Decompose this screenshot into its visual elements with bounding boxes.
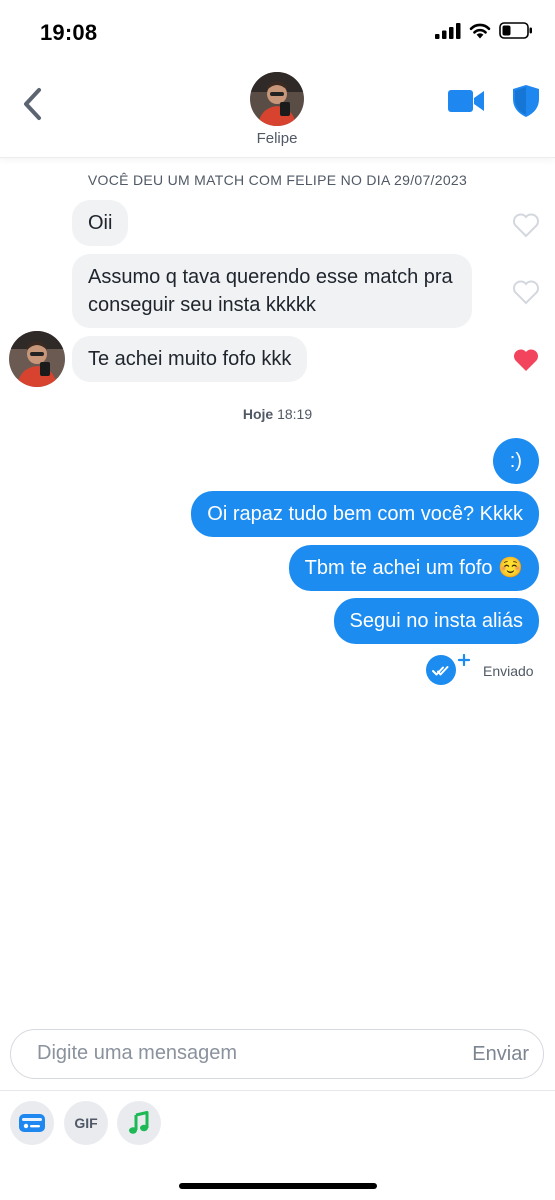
music-button[interactable] xyxy=(117,1101,161,1145)
double-check-badge-icon xyxy=(426,653,471,685)
incoming-message[interactable]: Te achei muito fofo kkk xyxy=(72,336,308,382)
contact-avatar xyxy=(250,72,304,126)
sticker-button[interactable] xyxy=(10,1101,54,1145)
message-composer: Enviar xyxy=(10,1029,544,1079)
send-button[interactable]: Enviar xyxy=(472,1043,529,1066)
chat-screen: 19:08 Felipe VOCÊ DEU UM MATCH COM FELIP… xyxy=(0,0,555,1200)
sender-avatar[interactable] xyxy=(9,331,65,387)
outgoing-message[interactable]: Tbm te achei um fofo ☺️ xyxy=(288,545,539,591)
status-bar: 19:08 xyxy=(0,0,555,62)
heart-outline-icon[interactable] xyxy=(512,212,540,238)
outgoing-message[interactable]: Segui no insta aliás xyxy=(333,598,539,644)
contact-name: Felipe xyxy=(256,130,298,147)
heart-outline-icon[interactable] xyxy=(512,279,540,305)
chevron-left-icon xyxy=(24,88,41,120)
outgoing-message[interactable]: Oi rapaz tudo bem com você? Kkkk xyxy=(191,491,539,537)
status-icons xyxy=(435,22,533,39)
message-input[interactable] xyxy=(37,1042,417,1065)
music-note-icon xyxy=(129,1111,149,1134)
composer-divider xyxy=(0,1090,555,1091)
video-call-button[interactable] xyxy=(447,88,485,119)
gif-label: GIF xyxy=(74,1115,98,1131)
match-notice: VOCÊ DEU UM MATCH COM FELIPE NO DIA 29/0… xyxy=(87,172,468,188)
wifi-icon xyxy=(469,23,491,38)
day-separator-time: 18:19 xyxy=(277,406,313,422)
gif-button[interactable]: GIF xyxy=(64,1101,108,1145)
heart-filled-icon[interactable] xyxy=(512,347,540,373)
video-camera-icon xyxy=(448,90,484,112)
outgoing-message[interactable]: :) xyxy=(492,438,539,484)
incoming-message[interactable]: Oii xyxy=(72,200,129,246)
battery-icon xyxy=(499,22,532,39)
incoming-message[interactable]: Assumo q tava querendo esse match pra co… xyxy=(72,254,472,328)
shield-icon xyxy=(513,85,539,117)
sent-status-label: Enviado xyxy=(483,663,534,679)
status-time: 19:08 xyxy=(40,20,98,45)
safety-button[interactable] xyxy=(512,84,540,123)
signal-icon xyxy=(435,22,461,39)
day-separator: Hoje 18:19 xyxy=(0,406,555,422)
day-separator-day: Hoje xyxy=(242,406,274,422)
sent-status: Enviado xyxy=(425,652,534,686)
home-indicator[interactable] xyxy=(179,1183,377,1189)
chat-header: Felipe xyxy=(0,62,555,158)
contact-profile[interactable]: Felipe xyxy=(222,72,332,147)
sticker-card-icon xyxy=(19,1114,45,1132)
back-button[interactable] xyxy=(14,84,50,124)
